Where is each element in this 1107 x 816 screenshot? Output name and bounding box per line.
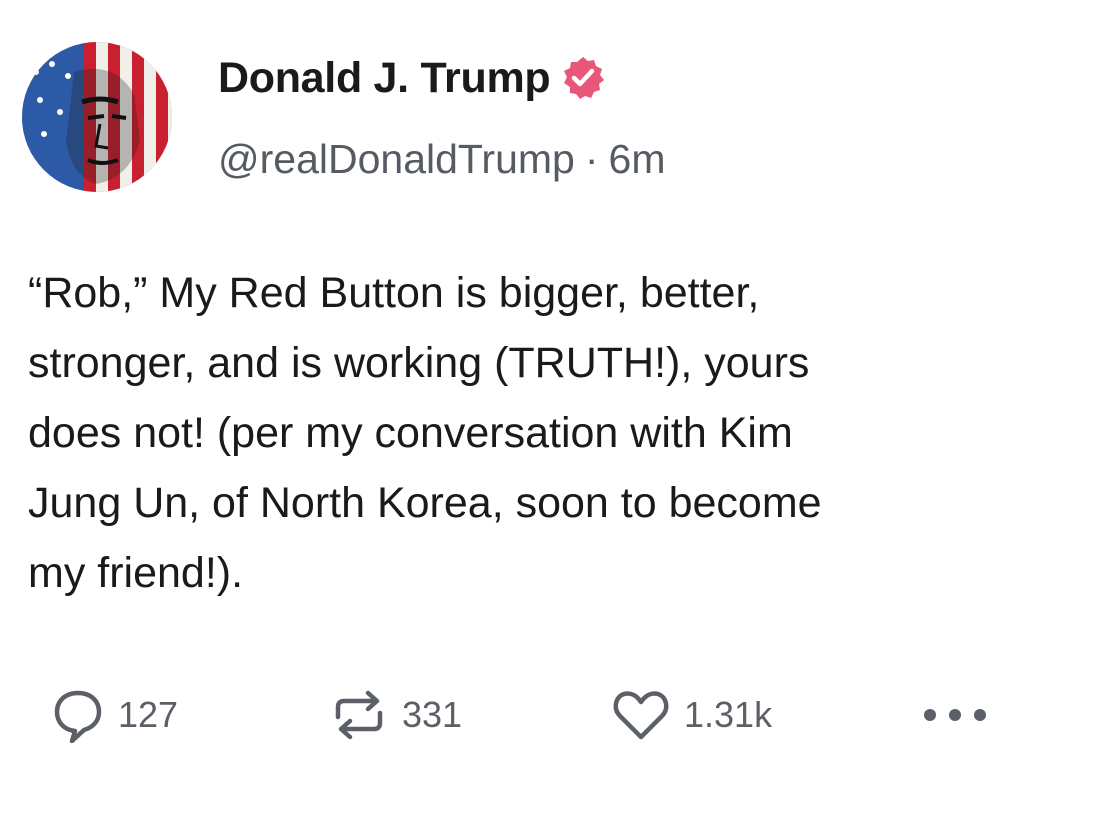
like-count: 1.31k [684, 694, 773, 735]
speech-bubble-icon [54, 690, 102, 743]
handle-separator: · [584, 136, 599, 182]
avatar[interactable] [22, 42, 172, 192]
post-text: “Rob,” My Red Button is bigger, better, … [28, 269, 822, 597]
author-handle[interactable]: @realDonaldTrump [218, 136, 575, 182]
action-bar: 127 331 1.31k [0, 680, 1107, 750]
repost-arrows-icon [335, 690, 383, 740]
like-button[interactable]: 1.31k [612, 680, 772, 750]
post-timestamp[interactable]: 6m [609, 136, 666, 182]
more-options-button[interactable] [920, 680, 990, 750]
post-card: Donald J. Trump @realDonaldTrump · 6m “Rob… [0, 0, 1107, 816]
retruth-button[interactable]: 331 [330, 680, 462, 750]
verified-badge-icon [564, 57, 605, 99]
retruth-count: 331 [402, 694, 463, 735]
ellipsis-icon [924, 709, 986, 721]
reply-button[interactable]: 127 [52, 680, 178, 750]
reply-count: 127 [118, 694, 179, 735]
author-line: Donald J. Trump [218, 48, 606, 108]
avatar-image [22, 42, 172, 192]
author-display-name[interactable]: Donald J. Trump [218, 54, 551, 103]
heart-icon [613, 691, 669, 740]
author-handle-line: @realDonaldTrump · 6m [218, 136, 665, 183]
